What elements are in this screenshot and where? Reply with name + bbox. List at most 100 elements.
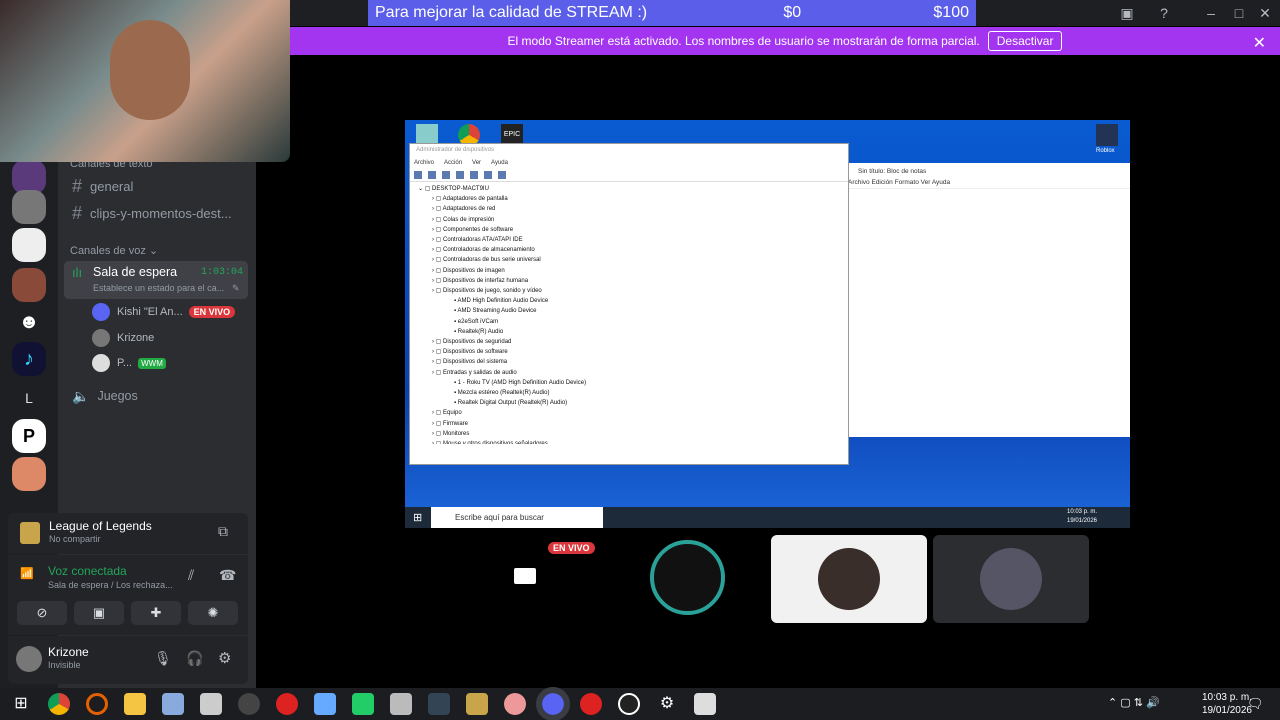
live-badge: EN VIVO: [548, 542, 595, 554]
device-category[interactable]: › ▢ Dispositivos de juego, sonido y víde…: [418, 286, 840, 296]
voice-user[interactable]: Krizone: [92, 327, 154, 349]
device-category[interactable]: › ▢ Controladoras ATA/ATAPI IDE: [418, 235, 840, 245]
headphones-icon[interactable]: 🎧: [186, 650, 203, 667]
device-category[interactable]: › ▢ Adaptadores de red: [418, 204, 840, 214]
device-category[interactable]: › ▢ Monitores: [418, 429, 840, 439]
roblox-label: Roblox: [1096, 148, 1115, 154]
settings-gear-icon[interactable]: ⚙: [218, 649, 231, 667]
device-category[interactable]: › ▢ Equipo: [418, 408, 840, 418]
device-category[interactable]: › ▢ Dispositivos del sistema: [418, 357, 840, 367]
app-icon[interactable]: [238, 693, 260, 715]
server-icon[interactable]: P: [12, 419, 46, 453]
origin-icon[interactable]: [86, 693, 108, 715]
device-entry[interactable]: ▪ Realtek(R) Audio: [418, 327, 840, 337]
notepad-taskbar-icon[interactable]: [162, 693, 184, 715]
device-category[interactable]: › ▢ Adaptadores de pantalla: [418, 194, 840, 204]
os-clock[interactable]: 10:03 p. m. 19/01/2026: [1202, 691, 1252, 717]
device-category[interactable]: › ▢ Controladoras de almacenamiento: [418, 245, 840, 255]
donation-target: $100: [933, 4, 969, 21]
disconnect-icon[interactable]: ☎: [219, 567, 236, 584]
league-taskbar-icon[interactable]: [466, 693, 488, 715]
device-entry[interactable]: ▪ e2eSoft iVCam: [418, 317, 840, 327]
hash-icon: #: [72, 175, 83, 196]
app-icon[interactable]: [694, 693, 716, 715]
app-icon[interactable]: [390, 693, 412, 715]
device-category[interactable]: › ▢ Dispositivos de seguridad: [418, 337, 840, 347]
device-category[interactable]: › ▢ Mouse y otros dispositivos señalador…: [418, 439, 840, 444]
device-entry[interactable]: ▪ AMD Streaming Audio Device: [418, 306, 840, 316]
device-entry[interactable]: ▪ Realtek Digital Output (Realtek(R) Aud…: [418, 398, 840, 408]
voice-category[interactable]: Canales de voz ⌄: [70, 244, 158, 257]
close-window-icon[interactable]: ✕: [1256, 4, 1274, 22]
device-category[interactable]: › ▢ Colas de impresión: [418, 215, 840, 225]
live-badge: EN VIVO: [188, 306, 236, 318]
voice-connected-subtitle[interactable]: Sala de espera / Los rechaza...: [48, 580, 173, 590]
server-icon[interactable]: [12, 457, 46, 491]
game-subtitle: No compartir: [49, 534, 101, 544]
screen-share-button[interactable]: ▣: [74, 601, 124, 625]
app-icon[interactable]: [314, 693, 336, 715]
maximize-icon[interactable]: □: [1230, 4, 1248, 22]
chrome-taskbar-icon[interactable]: [48, 693, 70, 715]
minimize-icon[interactable]: –: [1202, 4, 1220, 22]
music-server-icon[interactable]: ♪: [12, 342, 46, 376]
device-category[interactable]: › ▢ Firmware: [418, 419, 840, 429]
channel-clips[interactable]: # clips-y-momentos-dest...: [60, 201, 232, 225]
device-category[interactable]: › ▢ Dispositivos de interfaz humana: [418, 276, 840, 286]
voice-channel-name: Sala de espera: [93, 265, 178, 279]
devmgr-toolbar: [410, 168, 848, 182]
voice-connected-title[interactable]: Voz conectada: [48, 564, 127, 578]
signal-icon[interactable]: 📶: [20, 567, 34, 580]
server-icon[interactable]: [12, 190, 46, 224]
device-category[interactable]: › ▢ Componentes de software: [418, 225, 840, 235]
share-screen-icon[interactable]: ⧉: [218, 523, 228, 540]
notifications-icon[interactable]: 🗨: [1247, 696, 1264, 712]
avatar: [92, 303, 110, 321]
device-entry[interactable]: ▪ 1 - Roku TV (AMD High Definition Audio…: [418, 378, 840, 388]
device-category[interactable]: › ▢ Controladoras de bus serie universal: [418, 255, 840, 265]
discord-taskbar-icon[interactable]: [536, 687, 570, 720]
app-icon[interactable]: [276, 693, 298, 715]
panda-server-icon[interactable]: ☻: [12, 305, 46, 339]
settings-taskbar-icon[interactable]: ⚙: [656, 693, 678, 715]
device-category[interactable]: › ▢ Entradas y salidas de audio: [418, 368, 840, 378]
app-icon[interactable]: [352, 693, 374, 715]
channel-general[interactable]: # general: [60, 174, 133, 198]
tray-icons[interactable]: ⌃ ▢ ⇅ 🔊: [1108, 696, 1160, 709]
camera-off-button[interactable]: ⊘: [17, 601, 67, 625]
device-category[interactable]: › ▢ Dispositivos de imagen: [418, 266, 840, 276]
username[interactable]: Krizone: [48, 645, 89, 659]
server-icon[interactable]: [12, 228, 46, 262]
deactivate-button[interactable]: Desactivar: [987, 31, 1063, 51]
windows-start-icon[interactable]: ⊞: [10, 693, 32, 715]
server-letter-icon[interactable]: L: [12, 381, 46, 415]
help-icon[interactable]: ?: [1155, 4, 1173, 22]
file-explorer-icon[interactable]: [124, 693, 146, 715]
soundboard-button[interactable]: ✺: [188, 601, 238, 625]
app-icon[interactable]: [504, 693, 526, 715]
inbox-icon[interactable]: ▣: [1118, 4, 1136, 22]
activities-button[interactable]: ✚: [131, 601, 181, 625]
server-icon[interactable]: [12, 160, 46, 194]
voice-user[interactable]: P... WWM: [92, 352, 166, 374]
user-avatar[interactable]: [16, 646, 42, 672]
device-entry[interactable]: ▪ Mezcla estéreo (Realtek(R) Audio): [418, 388, 840, 398]
banner-close-icon[interactable]: ✕: [1253, 33, 1266, 53]
voice-wave-icon: ılı: [72, 265, 83, 280]
device-entry[interactable]: ▪ AMD High Definition Audio Device: [418, 296, 840, 306]
voice-channel-juegos[interactable]: 🔈 Juegos: [60, 384, 138, 408]
avatar: [92, 354, 110, 372]
device-category[interactable]: › ▢ Dispositivos de software: [418, 347, 840, 357]
app-icon[interactable]: [580, 693, 602, 715]
edit-icon[interactable]: ✎: [232, 283, 240, 294]
media-player-icon[interactable]: [618, 693, 640, 715]
server-icon[interactable]: [12, 268, 46, 302]
noise-suppression-icon[interactable]: ⫽: [188, 567, 194, 584]
app-icon[interactable]: [428, 693, 450, 715]
voice-status[interactable]: Establece un estado para el ca...: [93, 283, 224, 293]
dragon-avatar: [650, 540, 725, 615]
voice-user[interactable]: Kishi "El An... EN VIVO: [92, 301, 236, 323]
donation-current: $0: [783, 4, 802, 21]
app-icon[interactable]: [200, 693, 222, 715]
microphone-icon[interactable]: 🎙: [154, 650, 172, 667]
